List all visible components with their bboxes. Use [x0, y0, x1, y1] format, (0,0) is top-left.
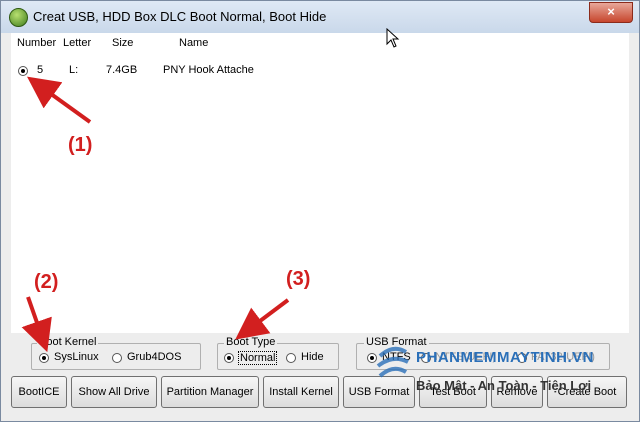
boot-kernel-label: Boot Kernel: [37, 336, 99, 348]
grub4dos-radio[interactable]: [112, 353, 122, 363]
title-bar: Creat USB, HDD Box DLC Boot Normal, Boot…: [1, 1, 639, 33]
partition-manager-button[interactable]: Partition Manager: [161, 376, 259, 408]
annotation-2: (2): [34, 271, 59, 293]
column-header-name[interactable]: Name: [179, 37, 208, 49]
close-icon[interactable]: ×: [589, 2, 633, 23]
drive-letter: L:: [69, 64, 79, 76]
drive-select-radio[interactable]: [18, 66, 28, 76]
grub4dos-label[interactable]: Grub4DOS: [127, 351, 181, 363]
annotation-1: (1): [68, 134, 93, 156]
column-header-number[interactable]: Number: [17, 37, 56, 49]
normal-label[interactable]: Normal: [238, 351, 278, 365]
bootice-button[interactable]: BootICE: [11, 376, 67, 408]
show-all-drive-button[interactable]: Show All Drive: [71, 376, 157, 408]
install-kernel-button[interactable]: Install Kernel: [263, 376, 339, 408]
watermark-logo-icon: [376, 346, 409, 378]
watermark-site: PHANMEMMAYTINH.VN: [416, 349, 594, 366]
hide-label[interactable]: Hide: [301, 351, 324, 363]
watermark-tagline: Bảo Mật - An Toàn - Tiện Lợi: [416, 378, 592, 393]
column-header-size[interactable]: Size: [112, 37, 133, 49]
hide-radio[interactable]: [286, 353, 296, 363]
boot-type-label: Boot Type: [224, 336, 278, 348]
window-title: Creat USB, HDD Box DLC Boot Normal, Boot…: [33, 9, 327, 24]
app-icon: [9, 8, 28, 27]
syslinux-label[interactable]: SysLinux: [54, 351, 99, 363]
drive-list[interactable]: Number Letter Size Name 5 L: 7.4GB PNY H…: [11, 33, 629, 333]
drive-number: 5: [37, 64, 44, 76]
drive-name: PNY Hook Attache: [163, 64, 254, 76]
annotation-3: (3): [286, 268, 311, 290]
normal-radio[interactable]: [224, 353, 234, 363]
mouse-cursor-icon: [386, 28, 400, 48]
drive-size: 7.4GB: [106, 64, 138, 76]
syslinux-radio[interactable]: [39, 353, 49, 363]
column-header-letter[interactable]: Letter: [63, 37, 91, 49]
